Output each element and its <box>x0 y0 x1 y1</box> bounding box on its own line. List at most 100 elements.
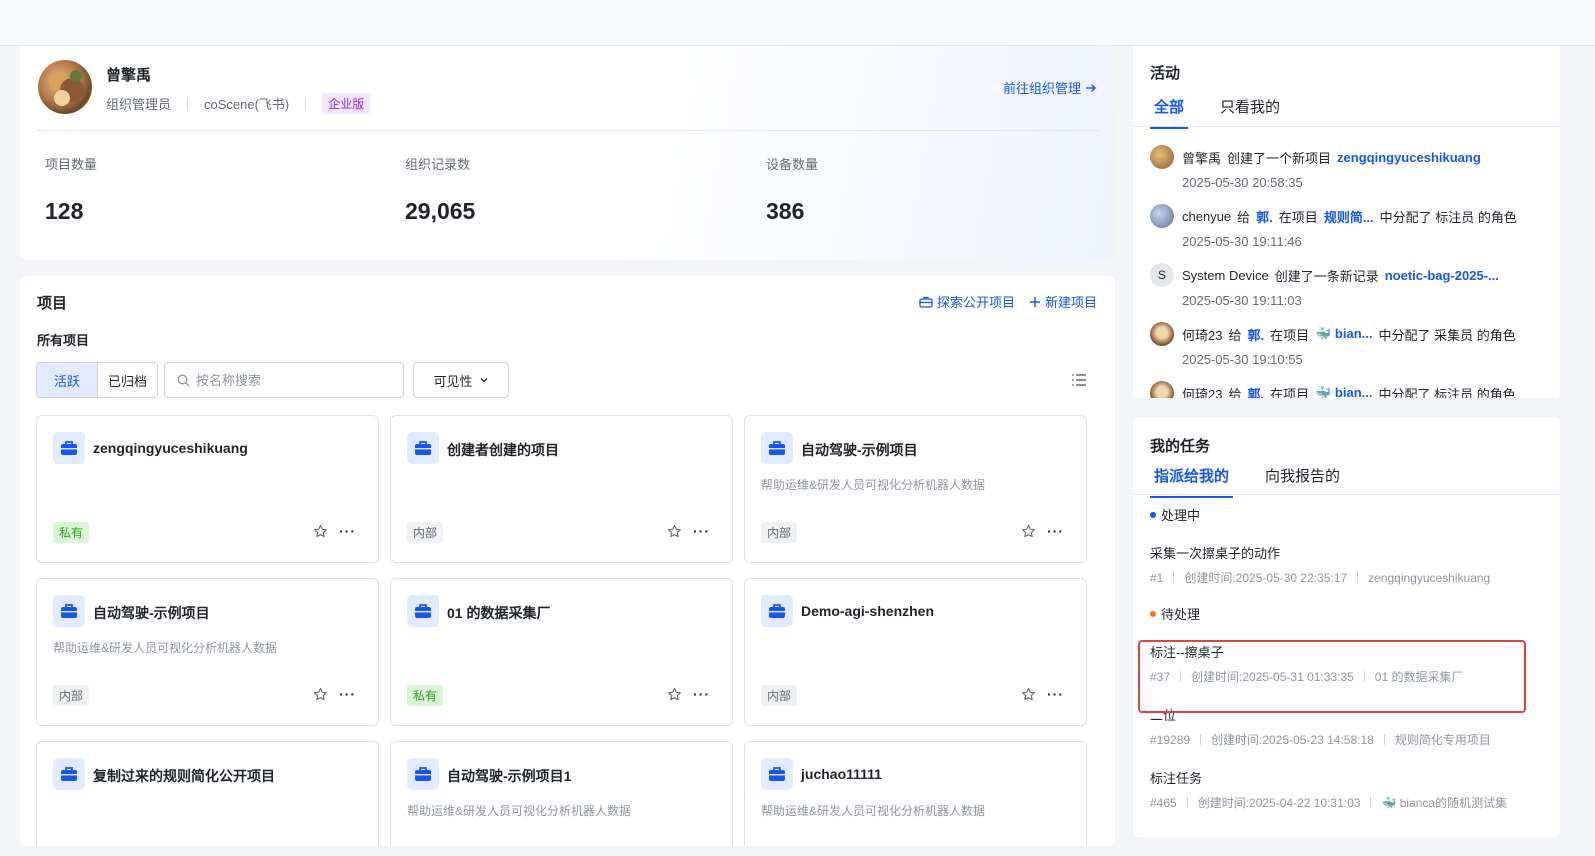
activity-line: 何琦23 给郭. 在项目 🐳 bian... 中分配了 标注员 的角色 <box>1150 381 1550 398</box>
task-id: #465 <box>1150 795 1177 810</box>
projects-panel: 项目 探索公开项目 新建项目 所有项目 活跃 已归档 可见性 zengqingy… <box>20 276 1115 846</box>
project-name: 创建者创建的项目 <box>447 442 559 458</box>
project-search <box>164 362 404 398</box>
status-pending: 待处理 <box>1150 604 1200 623</box>
task-item[interactable]: 标注任务 #465 创建时间:2025-04-22 10:31:03 🐳 bianca… <box>1150 768 1550 811</box>
activity-title: 活动 <box>1150 65 1181 82</box>
new-project-button[interactable]: 新建项目 <box>1029 292 1097 311</box>
status-dot-icon <box>1150 511 1156 518</box>
tasks-title: 我的任务 <box>1150 438 1211 455</box>
task-project: 🐳 bianca的随机测试集 <box>1381 796 1508 810</box>
user-name: 曾擎禹 <box>106 67 152 84</box>
project-description: 帮助运维&研发人员可视化分析机器人数据 <box>407 804 632 818</box>
activity-text: 中分配了 采集员 的角色 <box>1378 327 1516 343</box>
more-icon[interactable]: ··· <box>693 687 710 701</box>
project-name: zengqingyuceshikuang <box>93 440 248 456</box>
project-briefcase-icon <box>407 432 439 464</box>
stat-label: 设备数量 <box>766 157 819 172</box>
status-dot-icon <box>1150 610 1156 617</box>
star-icon[interactable] <box>667 687 682 707</box>
project-description: 帮助运维&研发人员可视化分析机器人数据 <box>761 804 986 818</box>
project-briefcase-icon <box>407 595 439 627</box>
explore-public-projects-button[interactable]: 探索公开项目 <box>919 292 1015 311</box>
star-icon[interactable] <box>313 524 328 544</box>
project-card[interactable]: zengqingyuceshikuang 私有 ··· <box>36 415 379 563</box>
project-card[interactable]: 自动驾驶-示例项目1帮助运维&研发人员可视化分析机器人数据··· <box>390 741 733 846</box>
activity-target-link[interactable]: zengqingyuceshikuang <box>1337 150 1481 165</box>
activity-text: 中分配了 标注员 的角色 <box>1379 209 1517 225</box>
goto-org-management-link[interactable]: 前往组织管理 <box>1003 78 1097 97</box>
my-tasks-panel: 我的任务 指派给我的 向我报告的 处理中 待处理 采集一次擦桌子的动作 #1 创建时… <box>1133 417 1560 837</box>
stat-value: 29,065 <box>405 198 476 224</box>
more-icon[interactable]: ··· <box>339 687 356 701</box>
activity-target-link[interactable]: noetic-bag-2025-... <box>1385 268 1499 283</box>
project-card[interactable]: 自动驾驶-示例项目 帮助运维&研发人员可视化分析机器人数据 内部 ··· <box>36 578 379 726</box>
filter-archived-tab[interactable]: 已归档 <box>97 363 157 397</box>
activity-project-link[interactable]: 🐳 bian... <box>1315 385 1372 398</box>
divider <box>1133 126 1560 127</box>
activity-member-link[interactable]: 郭. <box>1256 207 1273 226</box>
task-item[interactable]: 采集一次擦桌子的动作 #1 创建时间:2025-05-30 22:35:17 zeng… <box>1150 543 1550 586</box>
activity-item: 何琦23 给郭. 在项目 🐳 bian... 中分配了 标注员 的角色 <box>1150 381 1550 398</box>
activity-user: 何琦23 <box>1182 386 1223 399</box>
more-icon[interactable]: ··· <box>693 524 710 538</box>
divider <box>1186 797 1188 808</box>
stat-label: 项目数量 <box>45 157 98 172</box>
filter-active-tab[interactable]: 活跃 <box>37 363 97 397</box>
project-briefcase-icon <box>407 758 439 790</box>
activity-member-link[interactable]: 郭. <box>1247 384 1264 399</box>
task-id: #19289 <box>1150 732 1191 747</box>
activity-user: System Device <box>1182 267 1269 283</box>
activity-tabs: 全部 只看我的 <box>1150 96 1280 129</box>
status-processing: 处理中 <box>1150 505 1200 524</box>
new-project-label: 新建项目 <box>1044 295 1097 310</box>
project-card[interactable]: juchao11111帮助运维&研发人员可视化分析机器人数据··· <box>744 741 1087 846</box>
org-name: coScene(飞书) <box>204 97 290 112</box>
avatar <box>1150 204 1174 228</box>
org-summary-card: 曾擎禹 组织管理员 coScene(飞书) 企业版 前往组织管理 项目数量 12… <box>20 46 1115 260</box>
project-description: 帮助运维&研发人员可视化分析机器人数据 <box>761 478 986 492</box>
activity-item: 何琦23 给郭. 在项目 🐳 bian... 中分配了 采集员 的角色 2025-05-3… <box>1150 322 1550 367</box>
star-icon[interactable] <box>1021 687 1036 707</box>
star-icon[interactable] <box>667 524 682 544</box>
visibility-tag: 内部 <box>761 522 798 543</box>
activity-item: 曾擎禹 创建了一个新项目 zengqingyuceshikuang 2025-05-3… <box>1150 145 1550 190</box>
stat-label: 组织记录数 <box>405 157 471 172</box>
activity-item: S System Device 创建了一条新记录 noetic-bag-2025-..… <box>1150 263 1550 308</box>
activity-item: chenyue 给郭. 在项目 规则简... 中分配了 标注员 的角色 2025-05-3… <box>1150 204 1550 249</box>
divider <box>1383 734 1385 745</box>
user-role: 组织管理员 <box>106 97 172 112</box>
avatar: S <box>1150 263 1174 287</box>
project-briefcase-icon <box>53 595 85 627</box>
project-card[interactable]: 自动驾驶-示例项目 帮助运维&研发人员可视化分析机器人数据 内部 ··· <box>744 415 1087 563</box>
task-created-time: 创建时间:2025-05-30 22:35:17 <box>1184 571 1348 585</box>
activity-member-link[interactable]: 郭. <box>1247 325 1264 344</box>
org-meta: 组织管理员 coScene(飞书) 企业版 <box>106 93 371 114</box>
tab-mine[interactable]: 只看我的 <box>1220 96 1280 129</box>
chevron-down-icon <box>480 378 487 383</box>
project-card[interactable]: Demo-agi-shenzhen 内部 ··· <box>744 578 1087 726</box>
project-card[interactable]: 复制过来的规则简化公开项目··· <box>36 741 379 846</box>
stat-project-count: 项目数量 128 <box>45 154 97 225</box>
more-icon[interactable]: ··· <box>339 524 356 538</box>
star-icon[interactable] <box>1021 524 1036 544</box>
project-card[interactable]: 创建者创建的项目 内部 ··· <box>390 415 733 563</box>
project-card[interactable]: 01 的数据采集厂 私有 ··· <box>390 578 733 726</box>
visibility-tag: 私有 <box>53 522 90 543</box>
visibility-dropdown[interactable]: 可见性 <box>413 362 509 398</box>
highlight-box <box>1138 640 1526 713</box>
star-icon[interactable] <box>313 687 328 707</box>
more-icon[interactable]: ··· <box>1047 687 1064 701</box>
task-created-time: 创建时间:2025-05-23 14:58:18 <box>1211 733 1374 747</box>
task-meta: #1 创建时间:2025-05-30 22:35:17 zengqingyucesh… <box>1150 569 1550 586</box>
activity-line: S System Device 创建了一条新记录 noetic-bag-2025-..… <box>1150 263 1550 287</box>
stat-device-count: 设备数量 386 <box>766 154 818 225</box>
activity-time: 2025-05-30 19:10:55 <box>1182 352 1303 367</box>
list-view-icon[interactable] <box>1071 373 1087 387</box>
search-input[interactable] <box>196 372 396 388</box>
more-icon[interactable]: ··· <box>1047 524 1064 538</box>
status-label: 待处理 <box>1161 607 1201 622</box>
activity-project-link[interactable]: 规则简... <box>1324 207 1374 226</box>
tab-all[interactable]: 全部 <box>1150 96 1189 129</box>
activity-project-link[interactable]: 🐳 bian... <box>1315 326 1372 342</box>
